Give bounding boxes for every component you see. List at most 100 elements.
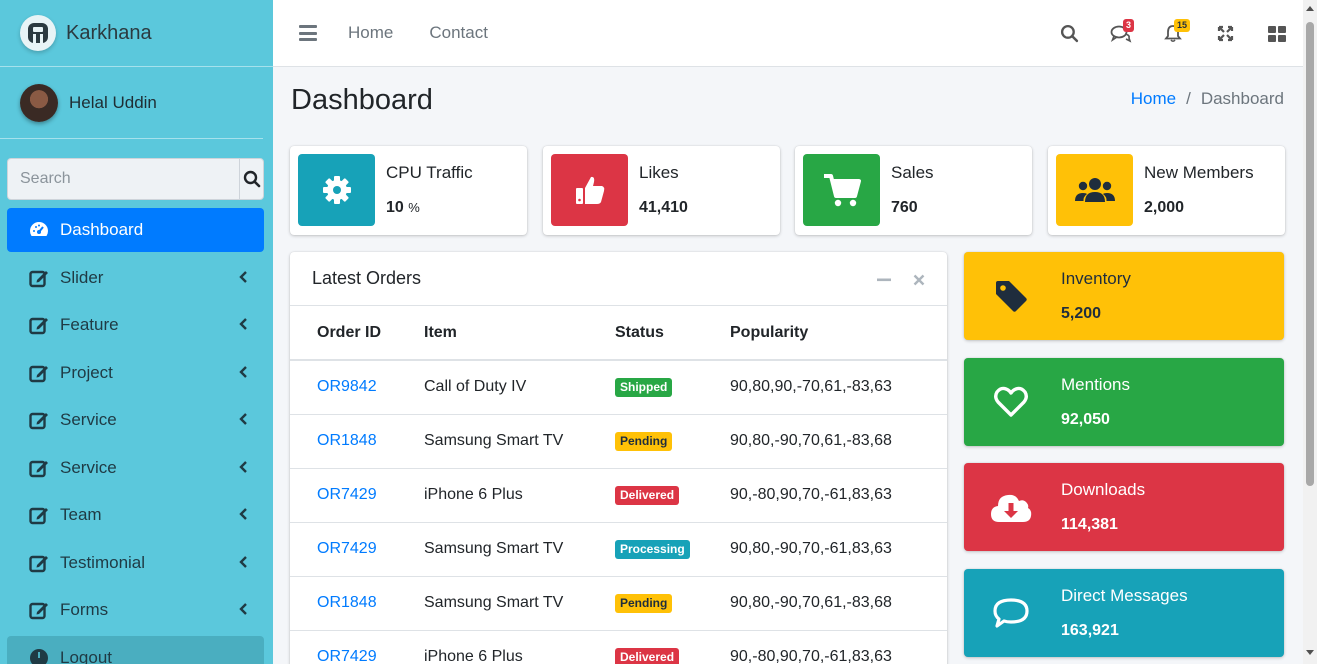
scroll-down-icon[interactable] [1306, 650, 1314, 655]
menu-toggle-icon[interactable] [299, 25, 317, 41]
window-scrollbar[interactable] [1303, 0, 1317, 664]
order-popularity: 90,-80,90,70,-61,83,63 [730, 630, 947, 664]
comment-icon [988, 593, 1034, 633]
sidebar-item-team[interactable]: Team [7, 493, 264, 537]
sidebar-item-forms[interactable]: Forms [7, 588, 264, 632]
user-panel[interactable]: Helal Uddin [0, 67, 263, 139]
stat-box-value: 114,381 [1061, 516, 1118, 533]
users-icon [1056, 154, 1133, 226]
sidebar-item-label: Service [60, 457, 117, 477]
notifications-button[interactable]: 15 [1147, 14, 1199, 54]
sidebar-item-label: Slider [60, 267, 104, 287]
avatar [20, 83, 58, 122]
navbar-search-button[interactable] [1043, 14, 1095, 54]
order-item: iPhone 6 Plus [424, 468, 615, 523]
column-header: Item [424, 306, 615, 361]
stat-box-mentions: Mentions 92,050 [964, 358, 1284, 446]
sidebar-item-feature[interactable]: Feature [7, 303, 264, 347]
sidebar: Karkhana Helal Uddin Dashboard Slider Fe… [0, 0, 273, 664]
column-header: Status [615, 306, 730, 361]
sidebar-item-service[interactable]: Service [7, 398, 264, 442]
stat-box-downloads: Downloads 114,381 [964, 463, 1284, 551]
search-button[interactable] [239, 158, 264, 200]
chevron-left-icon [239, 318, 247, 330]
sidebar-item-logout[interactable]: Logout [7, 635, 264, 664]
fullscreen-button[interactable] [1199, 14, 1251, 54]
breadcrumb-home[interactable]: Home [1131, 89, 1176, 109]
nav-link-home[interactable]: Home [348, 23, 393, 43]
sidebar-item-label: Team [60, 505, 102, 524]
table-row: OR7429 iPhone 6 Plus Delivered 90,-80,90… [290, 630, 947, 664]
order-id-link[interactable]: OR7429 [317, 540, 377, 557]
info-box-value: 10 % [386, 199, 420, 217]
search-icon [243, 170, 260, 188]
user-name: Helal Uddin [69, 92, 157, 112]
info-box-value: 41,410 [639, 199, 688, 216]
collapse-button[interactable] [874, 271, 894, 289]
sidebar-item-testimonial[interactable]: Testimonial [7, 541, 264, 585]
power-icon [28, 647, 50, 664]
sidebar-item-label: Project [60, 362, 113, 382]
sidebar-item-label: Service [60, 410, 117, 429]
sidebar-item-label: Testimonial [60, 552, 146, 572]
order-id-link[interactable]: OR1848 [317, 432, 377, 449]
chevron-left-icon [239, 508, 247, 520]
control-sidebar-button[interactable] [1251, 14, 1303, 54]
breadcrumb-current: Dashboard [1200, 89, 1284, 108]
order-id-link[interactable]: OR9842 [317, 378, 377, 395]
sidebar-item-service-2[interactable]: Service [7, 446, 264, 490]
remove-button[interactable] [909, 271, 929, 289]
order-id-link[interactable]: OR7429 [317, 486, 377, 503]
brand-logo-icon [20, 15, 56, 51]
sidebar-search [7, 158, 264, 200]
sidebar-item-slider[interactable]: Slider [7, 256, 264, 300]
status-badge: Pending [615, 431, 673, 451]
table-row: OR1848 Samsung Smart TV Pending 90,80,-9… [290, 576, 947, 631]
order-item: Call of Duty IV [424, 360, 615, 415]
info-box-label: Likes [639, 163, 679, 182]
chevron-left-icon [239, 270, 247, 283]
sidebar-item-label: Feature [60, 315, 119, 334]
stat-box-value: 163,921 [1061, 622, 1119, 639]
messages-button[interactable]: 3 [1095, 14, 1147, 54]
status-badge: Pending [615, 593, 673, 613]
cpu-unit: % [408, 200, 420, 215]
stat-box-label: Inventory [1061, 269, 1131, 288]
edit-icon [28, 599, 50, 621]
info-box-label: CPU Traffic [386, 163, 473, 182]
messages-badge: 3 [1123, 18, 1135, 32]
status-badge: Delivered [615, 485, 680, 505]
scroll-up-icon[interactable] [1306, 6, 1314, 11]
order-id-link[interactable]: OR7429 [317, 648, 377, 664]
top-navbar: Home Contact 3 15 [273, 0, 1303, 67]
shopping-cart-icon [803, 154, 880, 226]
card-tools [859, 271, 929, 289]
brand-name: Karkhana [66, 21, 152, 44]
order-item: Samsung Smart TV [424, 522, 615, 577]
nav-link-contact[interactable]: Contact [429, 23, 488, 43]
edit-icon [28, 314, 50, 336]
order-id-link[interactable]: OR1848 [317, 594, 377, 611]
info-box-likes: Likes 41,410 [543, 146, 780, 235]
brand[interactable]: Karkhana [0, 0, 273, 67]
heart-icon [988, 382, 1034, 422]
info-box-label: Sales [891, 163, 934, 182]
table-row: OR1848 Samsung Smart TV Pending 90,80,-9… [290, 414, 947, 469]
order-item: Samsung Smart TV [424, 576, 615, 631]
chevron-left-icon [239, 603, 247, 615]
minus-icon [877, 278, 891, 282]
card-header: Latest Orders [290, 252, 947, 306]
status-badge: Processing [615, 539, 690, 559]
search-input[interactable] [7, 158, 239, 200]
stat-box-direct-messages: Direct Messages 163,921 [964, 569, 1284, 657]
sidebar-item-dashboard[interactable]: Dashboard [7, 208, 264, 252]
info-box-label: New Members [1144, 163, 1254, 182]
sidebar-item-project[interactable]: Project [7, 351, 264, 395]
edit-icon [28, 267, 50, 289]
navbar-icons: 3 15 [1043, 0, 1303, 67]
status-badge: Shipped [615, 377, 673, 397]
thumbs-up-icon [551, 154, 628, 226]
status-badge: Delivered [615, 647, 680, 664]
stat-box-inventory: Inventory 5,200 [964, 252, 1284, 340]
scrollbar-thumb[interactable] [1306, 22, 1314, 486]
